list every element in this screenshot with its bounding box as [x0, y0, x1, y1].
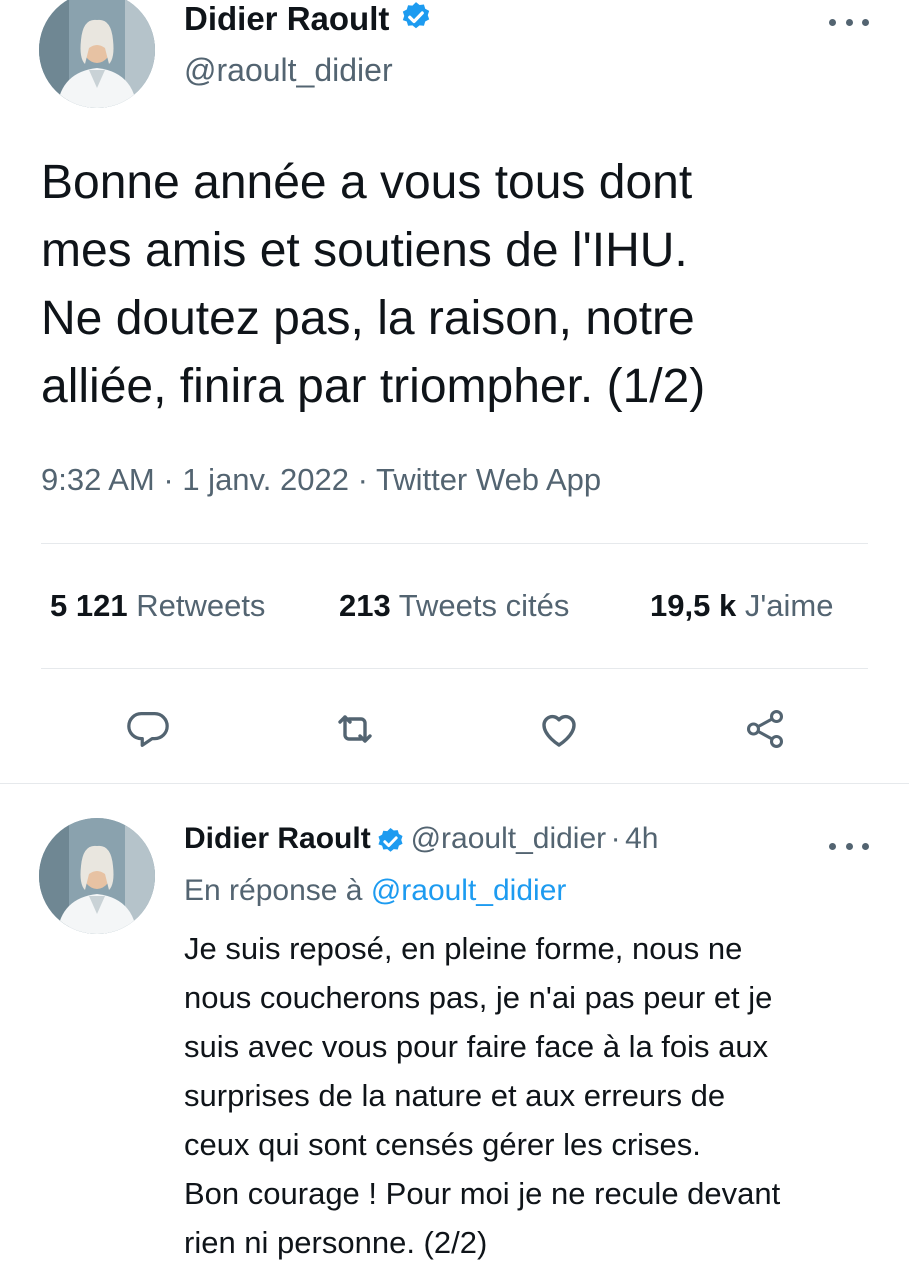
author-name[interactable]: Didier Raoult — [184, 0, 433, 42]
quotes-stat[interactable]: 213 Tweets cités — [339, 588, 569, 624]
like-button[interactable] — [529, 699, 589, 759]
reply-text: Je suis reposé, en pleine forme, nous ne… — [184, 931, 781, 1260]
share-button[interactable] — [735, 699, 795, 759]
reply-icon — [127, 712, 169, 747]
tweet-time[interactable]: 9:32 AM — [41, 462, 155, 497]
avatar[interactable] — [39, 0, 155, 108]
tweet-meta: 9:32 AM · 1 janv. 2022 · Twitter Web App — [41, 462, 602, 497]
verified-icon — [375, 826, 406, 862]
tweet-date[interactable]: 1 janv. 2022 — [182, 462, 349, 497]
retweets-stat[interactable]: 5 121 Retweets — [50, 588, 265, 624]
divider — [41, 668, 868, 669]
author-handle[interactable]: @raoult_didier — [184, 52, 393, 89]
reply-avatar[interactable] — [39, 818, 155, 934]
reply-age[interactable]: 4h — [625, 822, 658, 855]
share-icon — [746, 710, 784, 748]
like-icon — [542, 714, 576, 747]
retweet-button[interactable] — [325, 699, 385, 759]
in-reply-to-link[interactable]: @raoult_didier — [371, 874, 567, 907]
reply-author-name[interactable]: Didier Raoult — [184, 822, 371, 855]
reply-author-handle[interactable]: @raoult_didier — [411, 822, 607, 855]
reply-button[interactable] — [118, 699, 178, 759]
tweet-source[interactable]: Twitter Web App — [376, 462, 601, 497]
retweet-icon — [338, 715, 372, 743]
likes-stat[interactable]: 19,5 k J'aime — [650, 588, 833, 624]
reply-more-icon[interactable] — [829, 836, 869, 856]
divider — [41, 543, 868, 544]
more-icon[interactable] — [829, 12, 869, 32]
in-reply-to: En réponse à @raoult_didier — [184, 874, 567, 907]
reply-header: Didier Raoult @raoult_didier · 4h — [184, 822, 658, 862]
verified-icon — [399, 0, 433, 42]
section-divider — [0, 783, 909, 784]
tweet-text: Bonne année a vous tous dont mes amis et… — [41, 156, 706, 413]
